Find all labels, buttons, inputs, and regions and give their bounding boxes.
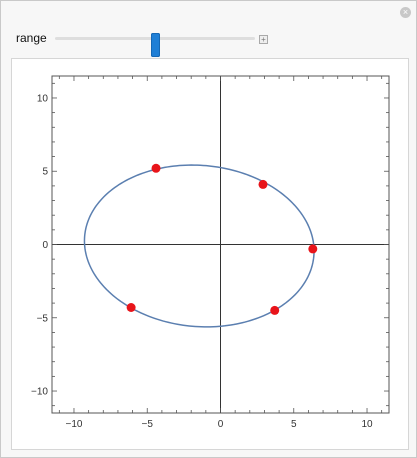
- close-icon[interactable]: ×: [400, 7, 411, 18]
- x-tick-label: −10: [65, 419, 82, 430]
- y-tick-label: −10: [31, 387, 48, 398]
- data-point: [258, 179, 268, 189]
- data-point: [308, 244, 318, 254]
- x-tick-label: −5: [142, 419, 154, 430]
- y-tick-label: −5: [37, 313, 49, 324]
- data-point: [151, 163, 161, 173]
- manipulate-frame: × range + −10 −5 0 5 10 −10 −5 0 5 10: [0, 0, 417, 458]
- y-tick-label: 5: [42, 167, 48, 178]
- range-slider-thumb[interactable]: [151, 33, 160, 57]
- data-point: [126, 303, 136, 313]
- ellipse-curve: [83, 164, 315, 328]
- x-tick-label: 10: [361, 419, 373, 430]
- range-slider[interactable]: [55, 33, 255, 57]
- data-point: [270, 305, 280, 315]
- plus-icon[interactable]: +: [259, 35, 268, 44]
- plot-panel: −10 −5 0 5 10 −10 −5 0 5 10: [11, 58, 409, 450]
- range-control: range +: [16, 29, 276, 57]
- range-label: range: [16, 31, 47, 45]
- y-tick-label: 0: [42, 240, 48, 251]
- x-tick-label: 5: [291, 419, 297, 430]
- plot-svg: −10 −5 0 5 10 −10 −5 0 5 10: [31, 75, 390, 430]
- y-tick-label: 10: [37, 93, 49, 104]
- x-tick-label: 0: [218, 419, 224, 430]
